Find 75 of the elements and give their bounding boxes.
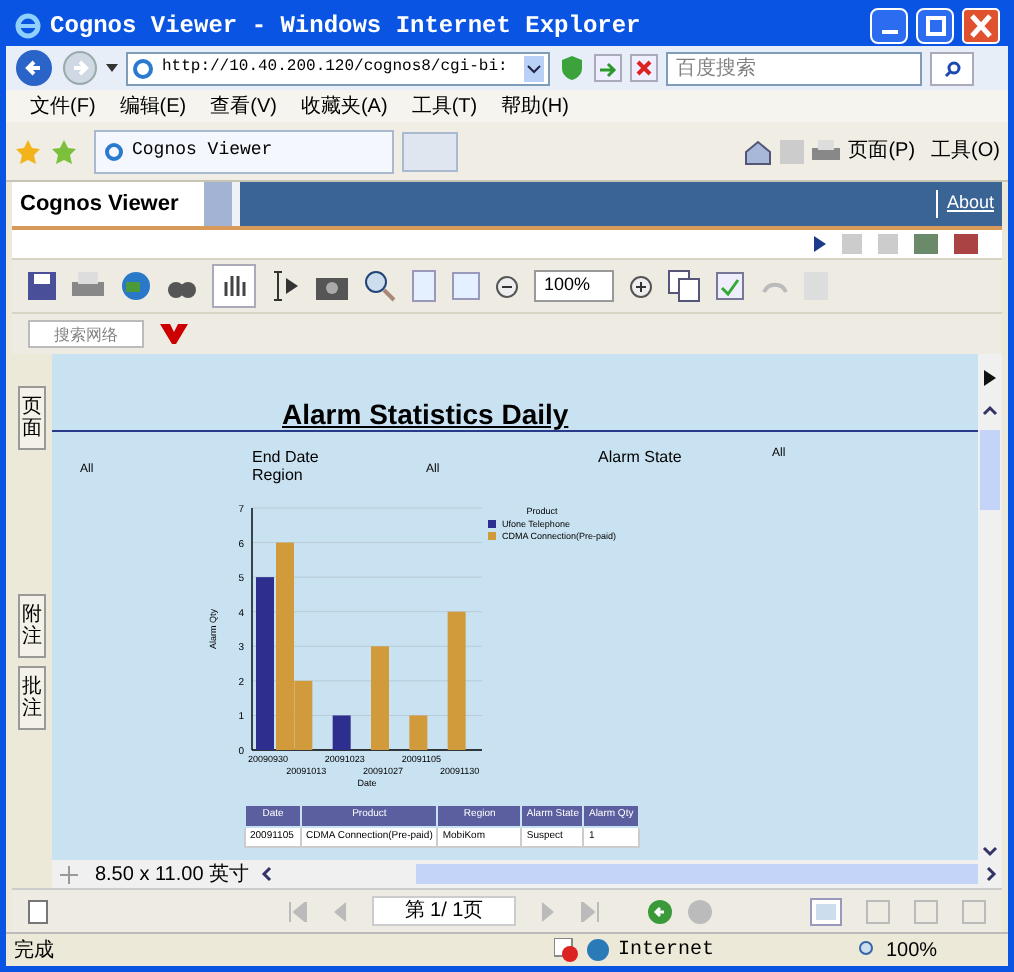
add-favorite-icon[interactable] (50, 137, 78, 165)
menu-item[interactable]: 工具(T) (411, 91, 478, 121)
save-icon[interactable] (28, 272, 56, 300)
side-tab[interactable]: 批注 (18, 666, 46, 730)
browser-logo-icon (14, 12, 42, 40)
side-tab[interactable]: 页面 (18, 386, 46, 450)
browser-tab[interactable]: Cognos Viewer (94, 129, 394, 173)
address-field[interactable]: http://10.40.200.120/cognos8/cgi-bi: (126, 51, 550, 85)
page-size-label: 8.50 x 11.00 英寸 (92, 861, 252, 888)
copy-icon[interactable] (668, 270, 700, 302)
search-button[interactable] (930, 51, 974, 85)
stop-icon[interactable] (630, 54, 658, 82)
back-icon[interactable] (14, 48, 54, 88)
back-icon[interactable] (648, 899, 672, 923)
minimize-button[interactable] (870, 8, 908, 44)
text-select-icon[interactable] (272, 270, 300, 302)
status-text: 完成 (14, 937, 56, 965)
zoom-out-icon[interactable] (496, 275, 518, 297)
scrollbar-thumb[interactable] (416, 864, 978, 884)
search-icon (943, 59, 961, 77)
zoom-icon[interactable] (858, 940, 878, 960)
filter-label: Region (252, 464, 303, 488)
zoom-level[interactable]: 100% (886, 935, 938, 965)
refresh-icon[interactable] (594, 54, 622, 82)
home-icon[interactable] (744, 137, 773, 165)
bar (371, 646, 389, 750)
command-menu[interactable]: 页面(P) (848, 136, 916, 166)
dropdown-caret-icon[interactable] (524, 55, 544, 81)
close-icon[interactable] (962, 8, 1000, 44)
menu-item[interactable]: 编辑(E) (119, 91, 187, 121)
print-icon[interactable] (812, 139, 841, 163)
star-icon[interactable] (14, 137, 42, 165)
viewer-title: Cognos Viewer (12, 182, 204, 226)
play-icon[interactable] (814, 236, 826, 252)
dropdown-caret-icon[interactable] (106, 64, 118, 72)
menu-item[interactable]: 帮助(H) (501, 91, 569, 121)
command-menu[interactable]: 工具(O) (931, 136, 1000, 166)
bar (332, 715, 351, 750)
globe-icon (586, 938, 610, 962)
expand-icon[interactable] (984, 370, 996, 386)
zoom-field[interactable]: 100% (534, 270, 614, 302)
security-zone: Internet (618, 937, 717, 965)
print-icon[interactable] (72, 272, 104, 300)
scrollbar-thumb[interactable] (980, 430, 1000, 510)
search-field[interactable]: 百度搜索 (666, 51, 922, 85)
page-number-field[interactable]: 第 1/ 1页 (372, 896, 516, 926)
legend-swatch (488, 532, 496, 540)
globe-icon[interactable] (120, 270, 152, 302)
move-icon[interactable] (60, 865, 78, 883)
yahoo-logo-icon[interactable] (160, 324, 188, 344)
menu-item[interactable]: 查看(V) (210, 91, 277, 121)
window-title: Cognos Viewer - Windows Internet Explorer (50, 10, 643, 44)
page-icon (132, 57, 154, 79)
page-icon[interactable] (28, 899, 48, 923)
filter-label: Alarm State (598, 446, 682, 470)
search-field[interactable]: 搜索网络 (28, 320, 144, 348)
page-icon (104, 141, 124, 161)
zoom-in-icon[interactable] (364, 270, 396, 302)
maximize-button[interactable] (916, 8, 954, 44)
about-link[interactable]: About (936, 190, 994, 218)
camera-icon[interactable] (316, 272, 348, 300)
bar (409, 715, 428, 750)
single-page-icon[interactable] (810, 897, 842, 925)
shield-icon[interactable] (558, 54, 586, 82)
side-tab[interactable]: 附注 (18, 594, 46, 658)
menu-item[interactable]: 文件(F) (30, 91, 96, 121)
legend-swatch (488, 520, 496, 528)
spellcheck-icon[interactable] (716, 272, 744, 300)
blocked-icon (554, 938, 578, 962)
zoom-in-icon[interactable] (630, 275, 652, 297)
report-title: Alarm Statistics Daily (282, 396, 569, 434)
scroll-left-icon[interactable] (258, 864, 276, 884)
bar (447, 611, 466, 750)
menu-item[interactable]: 收藏夹(A) (300, 91, 388, 121)
filter-label: End Date (252, 446, 319, 468)
